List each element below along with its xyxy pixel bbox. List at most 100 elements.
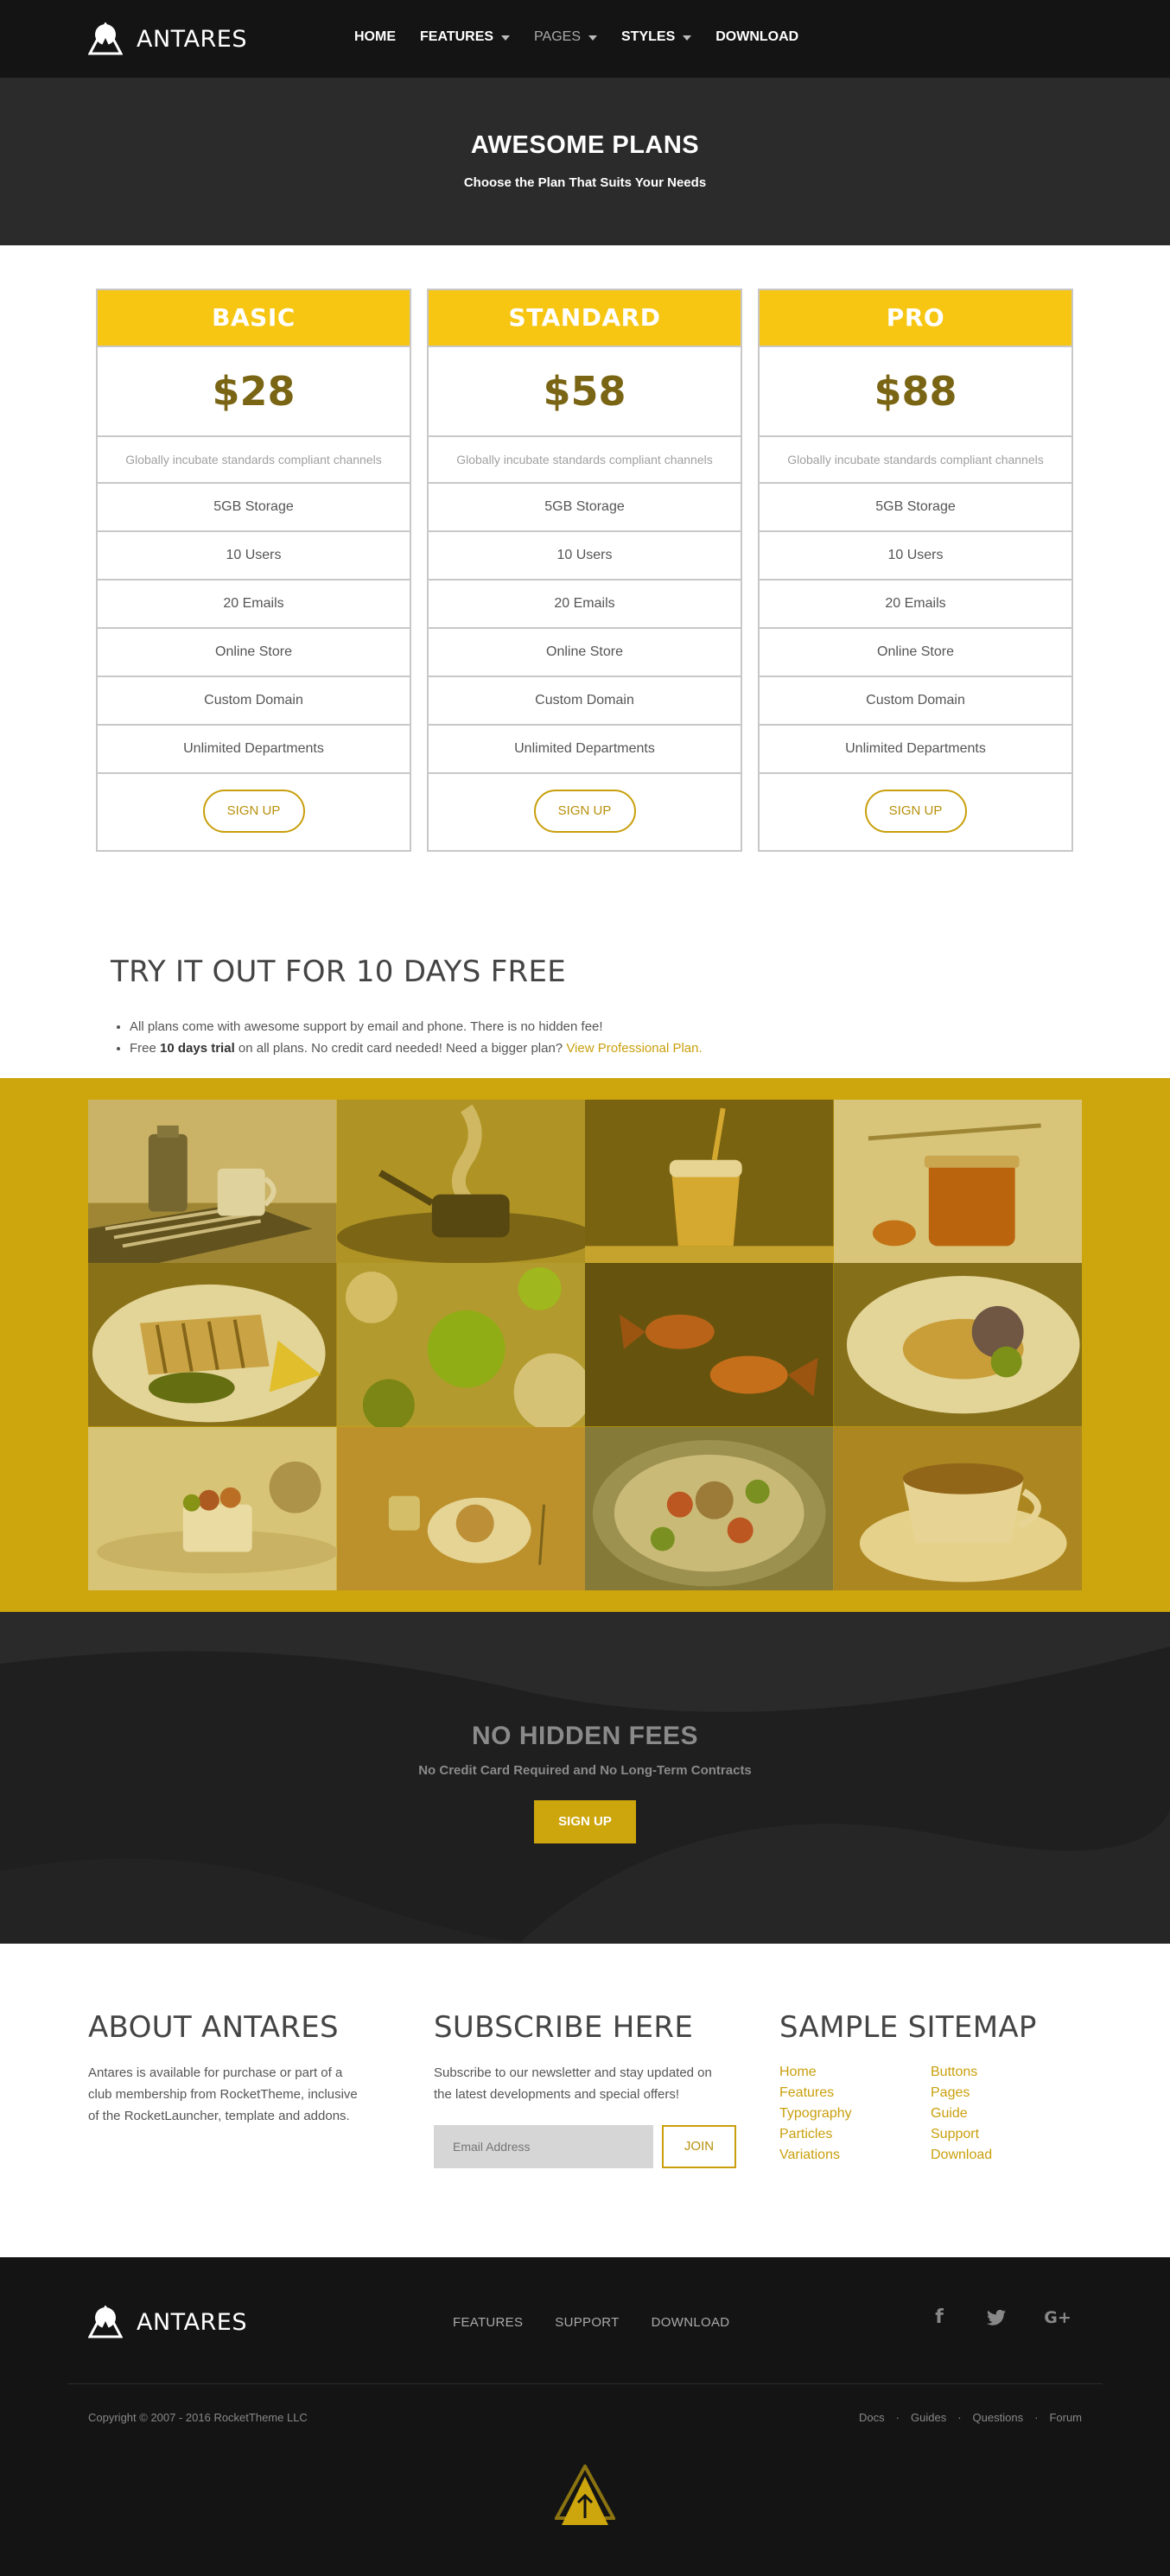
plan-feature: 5GB Storage <box>98 484 410 532</box>
gallery-image-green-flowers[interactable] <box>336 1263 585 1427</box>
gallery-image-honey[interactable] <box>833 1100 1082 1264</box>
plan-name: STANDARD <box>429 290 741 347</box>
main-nav: HOME FEATURES PAGES STYLES DOWNLOAD <box>354 29 823 45</box>
gallery-image-salad-plate[interactable] <box>833 1263 1082 1427</box>
nav-features[interactable]: FEATURES <box>420 29 511 45</box>
top-navbar: ANTARES HOME FEATURES PAGES STYLES DOWNL… <box>0 0 1170 78</box>
image-gallery <box>88 1100 1082 1590</box>
trial-bullet-text: Free <box>130 1041 161 1056</box>
about-line: Antares is available for purchase or par… <box>88 2065 343 2080</box>
subscribe-heading: SUBSCRIBE HERE <box>434 2010 694 2045</box>
signup-button-pro[interactable]: SIGN UP <box>864 790 967 833</box>
plan-name: BASIC <box>98 290 410 347</box>
footer-links: Docs · Guides · Questions · Forum <box>859 2411 1082 2424</box>
footer-nav-support[interactable]: SUPPORT <box>555 2315 619 2330</box>
cta-title: NO HIDDEN FEES <box>471 1722 699 1750</box>
sitemap-link-typography[interactable]: Typography <box>779 2103 852 2124</box>
gallery-image-goldfish[interactable] <box>585 1263 834 1427</box>
site-footer: ANTARES FEATURES SUPPORT DOWNLOAD f G+ C… <box>0 2257 1170 2576</box>
footer-link-questions[interactable]: Questions <box>973 2411 1024 2424</box>
sitemap-link-pages[interactable]: Pages <box>931 2083 992 2103</box>
signup-button-standard[interactable]: SIGN UP <box>533 790 636 833</box>
sitemap-link-guide[interactable]: Guide <box>931 2103 992 2124</box>
footer-link-forum[interactable]: Forum <box>1049 2411 1082 2424</box>
facebook-icon[interactable]: f <box>926 2305 952 2331</box>
subscribe-line: Subscribe to our newsletter and stay upd… <box>434 2065 712 2080</box>
plan-feature: 20 Emails <box>760 581 1071 629</box>
plan-feature: 10 Users <box>760 532 1071 581</box>
plan-feature: Unlimited Departments <box>760 726 1071 774</box>
plan-description: Globally incubate standards compliant ch… <box>429 437 741 484</box>
back-to-top-icon[interactable] <box>555 2465 615 2530</box>
plan-card-pro: PRO $88 Globally incubate standards comp… <box>758 289 1073 852</box>
sitemap-link-support[interactable]: Support <box>931 2124 992 2145</box>
trial-bullet-text: All plans come with awesome support by e… <box>130 1019 603 1034</box>
cta-subtitle: No Credit Card Required and No Long-Term… <box>418 1763 752 1778</box>
nav-download-label: DOWNLOAD <box>715 29 799 44</box>
plan-description: Globally incubate standards compliant ch… <box>98 437 410 484</box>
separator: · <box>1034 2411 1039 2424</box>
sand-dune-background <box>0 1612 1170 1944</box>
plan-feature: 10 Users <box>98 532 410 581</box>
gallery-image-cake[interactable] <box>88 1426 337 1590</box>
plan-feature: 5GB Storage <box>429 484 741 532</box>
footer-nav-download[interactable]: DOWNLOAD <box>652 2315 730 2330</box>
gallery-image-cookie[interactable] <box>336 1426 585 1590</box>
plan-feature: Unlimited Departments <box>429 726 741 774</box>
plan-price: $58 <box>429 347 741 437</box>
sitemap-link-download[interactable]: Download <box>931 2145 992 2166</box>
plan-feature: Custom Domain <box>760 677 1071 726</box>
email-field[interactable] <box>434 2125 653 2168</box>
list-item: All plans come with awesome support by e… <box>130 1016 703 1037</box>
gallery-image-grilled-fish[interactable] <box>88 1263 337 1427</box>
plan-feature: Custom Domain <box>98 677 410 726</box>
sitemap-link-home[interactable]: Home <box>779 2062 852 2083</box>
copyright-text: Copyright © 2007 - 2016 RocketTheme LLC <box>88 2411 308 2424</box>
plan-feature: Custom Domain <box>429 677 741 726</box>
nav-pages-label: PAGES <box>534 29 581 44</box>
footer-link-docs[interactable]: Docs <box>859 2411 885 2424</box>
hero-banner: AWESOME PLANS Choose the Plan That Suits… <box>0 78 1170 245</box>
gallery-image-beer[interactable] <box>585 1100 834 1264</box>
sitemap-link-features[interactable]: Features <box>779 2083 852 2103</box>
footer-brand-logo[interactable]: ANTARES <box>88 2306 247 2338</box>
trial-heading: TRY IT OUT FOR 10 DAYS FREE <box>111 955 567 989</box>
plan-feature: 20 Emails <box>429 581 741 629</box>
sitemap-link-buttons[interactable]: Buttons <box>931 2062 992 2083</box>
twitter-icon[interactable] <box>983 2305 1009 2331</box>
gallery-image-coffee-cup[interactable] <box>833 1426 1082 1590</box>
nav-styles-label: STYLES <box>621 29 676 44</box>
sitemap-column-1: Home Features Typography Particles Varia… <box>779 2062 852 2166</box>
antares-logo-icon <box>88 22 123 55</box>
footer-divider <box>67 2383 1103 2384</box>
join-button[interactable]: JOIN <box>662 2125 736 2168</box>
footer-brand-name: ANTARES <box>137 2308 247 2336</box>
brand-logo[interactable]: ANTARES <box>88 22 247 55</box>
signup-button-basic[interactable]: SIGN UP <box>202 790 305 833</box>
separator: · <box>895 2411 900 2424</box>
cta-signup-button[interactable]: SIGN UP <box>534 1800 636 1843</box>
brand-name: ANTARES <box>137 25 247 53</box>
sitemap-link-particles[interactable]: Particles <box>779 2124 852 2145</box>
about-heading: ABOUT ANTARES <box>88 2010 339 2045</box>
plan-description: Globally incubate standards compliant ch… <box>760 437 1071 484</box>
gallery-image-coffee-pot[interactable] <box>88 1100 337 1264</box>
footer-link-guides[interactable]: Guides <box>911 2411 946 2424</box>
gallery-image-steam-pan[interactable] <box>336 1100 585 1264</box>
professional-plan-link[interactable]: View Professional Plan. <box>566 1041 702 1056</box>
list-item: Free 10 days trial on all plans. No cred… <box>130 1037 703 1059</box>
plan-card-basic: BASIC $28 Globally incubate standards co… <box>96 289 411 852</box>
nav-styles[interactable]: STYLES <box>621 29 692 45</box>
sitemap-link-variations[interactable]: Variations <box>779 2145 852 2166</box>
nav-pages[interactable]: PAGES <box>534 29 597 45</box>
plan-feature: 10 Users <box>429 532 741 581</box>
nav-download[interactable]: DOWNLOAD <box>715 29 798 45</box>
gallery-image-seafood-hotpot[interactable] <box>585 1426 834 1590</box>
about-line: of the RocketLauncher, template and addo… <box>88 2109 350 2123</box>
nav-home[interactable]: HOME <box>354 29 396 45</box>
separator: · <box>957 2411 962 2424</box>
trial-bullet-text: on all plans. No credit card needed! Nee… <box>234 1041 567 1056</box>
antares-logo-icon <box>88 2306 123 2338</box>
footer-nav-features[interactable]: FEATURES <box>453 2315 523 2330</box>
google-plus-icon[interactable]: G+ <box>1040 2305 1075 2331</box>
